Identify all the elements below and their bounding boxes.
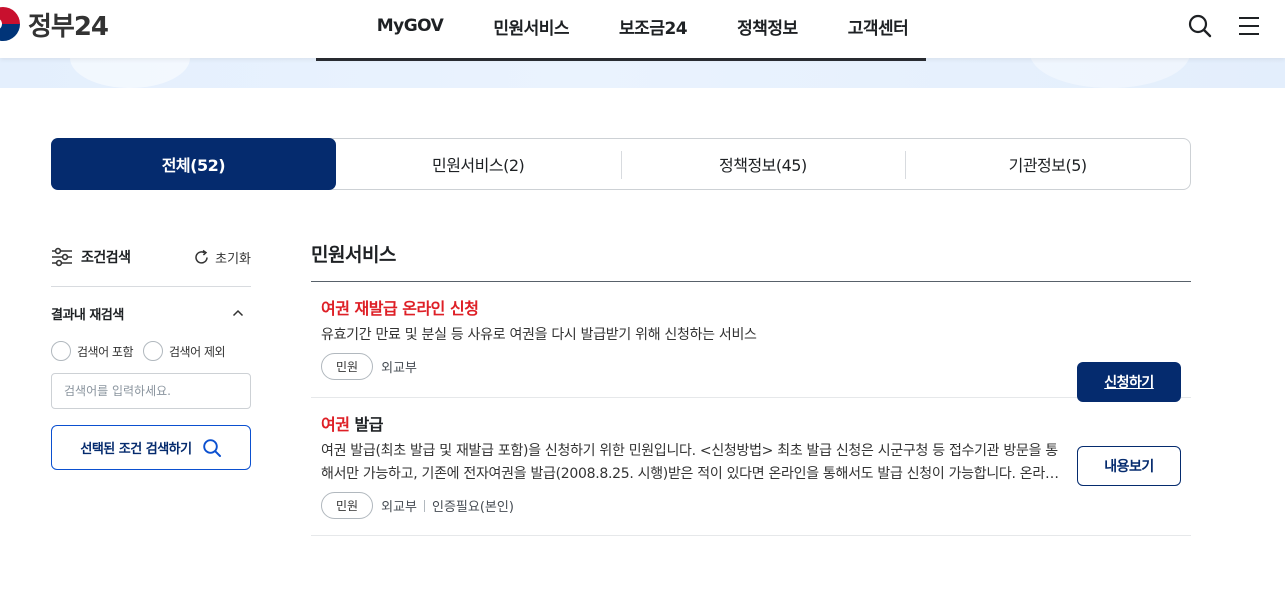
radio-circle[interactable] (143, 341, 164, 361)
result-title[interactable]: 여권 재발급 온라인 신청 (321, 298, 1181, 320)
tab-policy-info[interactable]: 정책정보(45) (620, 139, 906, 189)
main-nav: MyGOV 민원서비스 보조금24 정책정보 고객센터 (0, 0, 1285, 52)
agency-name: 외교부 (381, 500, 417, 515)
tab-agency-info[interactable]: 기관정보(5) (905, 139, 1190, 189)
search-banner (0, 58, 1285, 88)
research-keyword-input[interactable] (51, 373, 251, 409)
filter-title-text: 조건검색 (81, 250, 131, 266)
search-results: 민원서비스 여권 재발급 온라인 신청 유효기간 만료 및 분실 등 사유로 여… (311, 240, 1191, 536)
refresh-icon (195, 249, 208, 264)
category-chip: 민원 (321, 492, 374, 519)
sliders-icon (52, 247, 72, 267)
chevron-up-icon[interactable] (231, 306, 245, 320)
research-section-header[interactable]: 결과내 재검색 (51, 303, 251, 323)
hamburger-menu-icon[interactable] (1236, 13, 1262, 39)
reset-button[interactable]: 초기화 (193, 248, 251, 267)
nav-item-customer-center[interactable]: 고객센터 (823, 14, 934, 39)
view-details-button[interactable]: 내용보기 (1077, 446, 1181, 486)
radio-exclude-label: 검색어 제외 (169, 344, 226, 359)
filter-title: 조건검색 (51, 247, 131, 267)
result-title-rest[interactable]: 발급 (349, 415, 384, 434)
result-title-highlight[interactable]: 여권 (321, 415, 350, 434)
auth-requirement: 인증필요(본인) (431, 500, 514, 515)
research-section-title: 결과내 재검색 (51, 307, 124, 323)
top-header: 정부24 MyGOV 민원서비스 보조금24 정책정보 고객센터 (0, 0, 1285, 58)
search-selected-conditions-button[interactable]: 선택된 조건 검색하기 (51, 425, 251, 470)
result-title-highlight[interactable]: 여권 재발급 온라인 신청 (321, 299, 479, 318)
nav-item-mygov[interactable]: MyGOV (352, 16, 469, 36)
results-section-title: 민원서비스 (311, 240, 1191, 282)
tab-civil-service[interactable]: 민원서비스(2) (336, 139, 621, 189)
apply-button[interactable]: 신청하기 (1077, 362, 1181, 402)
banner-decoration (1030, 58, 1190, 88)
result-meta: 민원 외교부 (321, 353, 1181, 380)
search-icon (202, 438, 221, 457)
result-meta: 민원 외교부 인증필요(본인) (321, 492, 1181, 519)
radio-include-label: 검색어 포함 (77, 344, 134, 359)
search-conditions-label: 선택된 조건 검색하기 (80, 442, 192, 457)
nav-item-policy-info[interactable]: 정책정보 (712, 14, 823, 39)
result-description: 유효기간 만료 및 분실 등 사유로 여권을 다시 발급받기 위해 신청하는 서… (321, 327, 757, 343)
meta-separator (423, 499, 425, 512)
result-title[interactable]: 여권 발급 (321, 414, 1181, 436)
banner-decoration (70, 58, 190, 88)
radio-exclude-keyword[interactable]: 검색어 제외 (143, 341, 226, 361)
divider (51, 286, 251, 287)
radio-include-keyword[interactable]: 검색어 포함 (51, 341, 134, 361)
radio-circle[interactable] (51, 341, 71, 361)
tab-all[interactable]: 전체(52) (51, 138, 336, 190)
search-icon[interactable] (1187, 13, 1213, 39)
result-item: 여권 발급 여권 발급(최초 발급 및 재발급 포함)을 신청하기 위한 민원입… (311, 398, 1191, 536)
keyword-radio-group: 검색어 포함 검색어 제외 (51, 341, 251, 361)
category-chip: 민원 (321, 353, 374, 380)
result-category-tabs: 전체(52) 민원서비스(2) 정책정보(45) 기관정보(5) (51, 138, 1191, 190)
nav-item-subsidy24[interactable]: 보조금24 (594, 14, 712, 39)
filter-header: 조건검색 초기화 (51, 240, 251, 274)
result-description: 여권 발급(최초 발급 및 재발급 포함)을 신청하기 위한 민원입니다. <신… (321, 443, 1058, 482)
agency-name: 외교부 (381, 361, 417, 376)
reset-label: 초기화 (215, 251, 251, 267)
nav-item-civil-service[interactable]: 민원서비스 (468, 14, 594, 39)
filter-sidebar: 조건검색 초기화 결과내 재검색 검색어 포함 검색어 제외 선택된 조건 검색… (51, 240, 251, 470)
result-item: 여권 재발급 온라인 신청 유효기간 만료 및 분실 등 사유로 여권을 다시 … (311, 282, 1191, 402)
search-box-bottom-edge (316, 58, 926, 61)
